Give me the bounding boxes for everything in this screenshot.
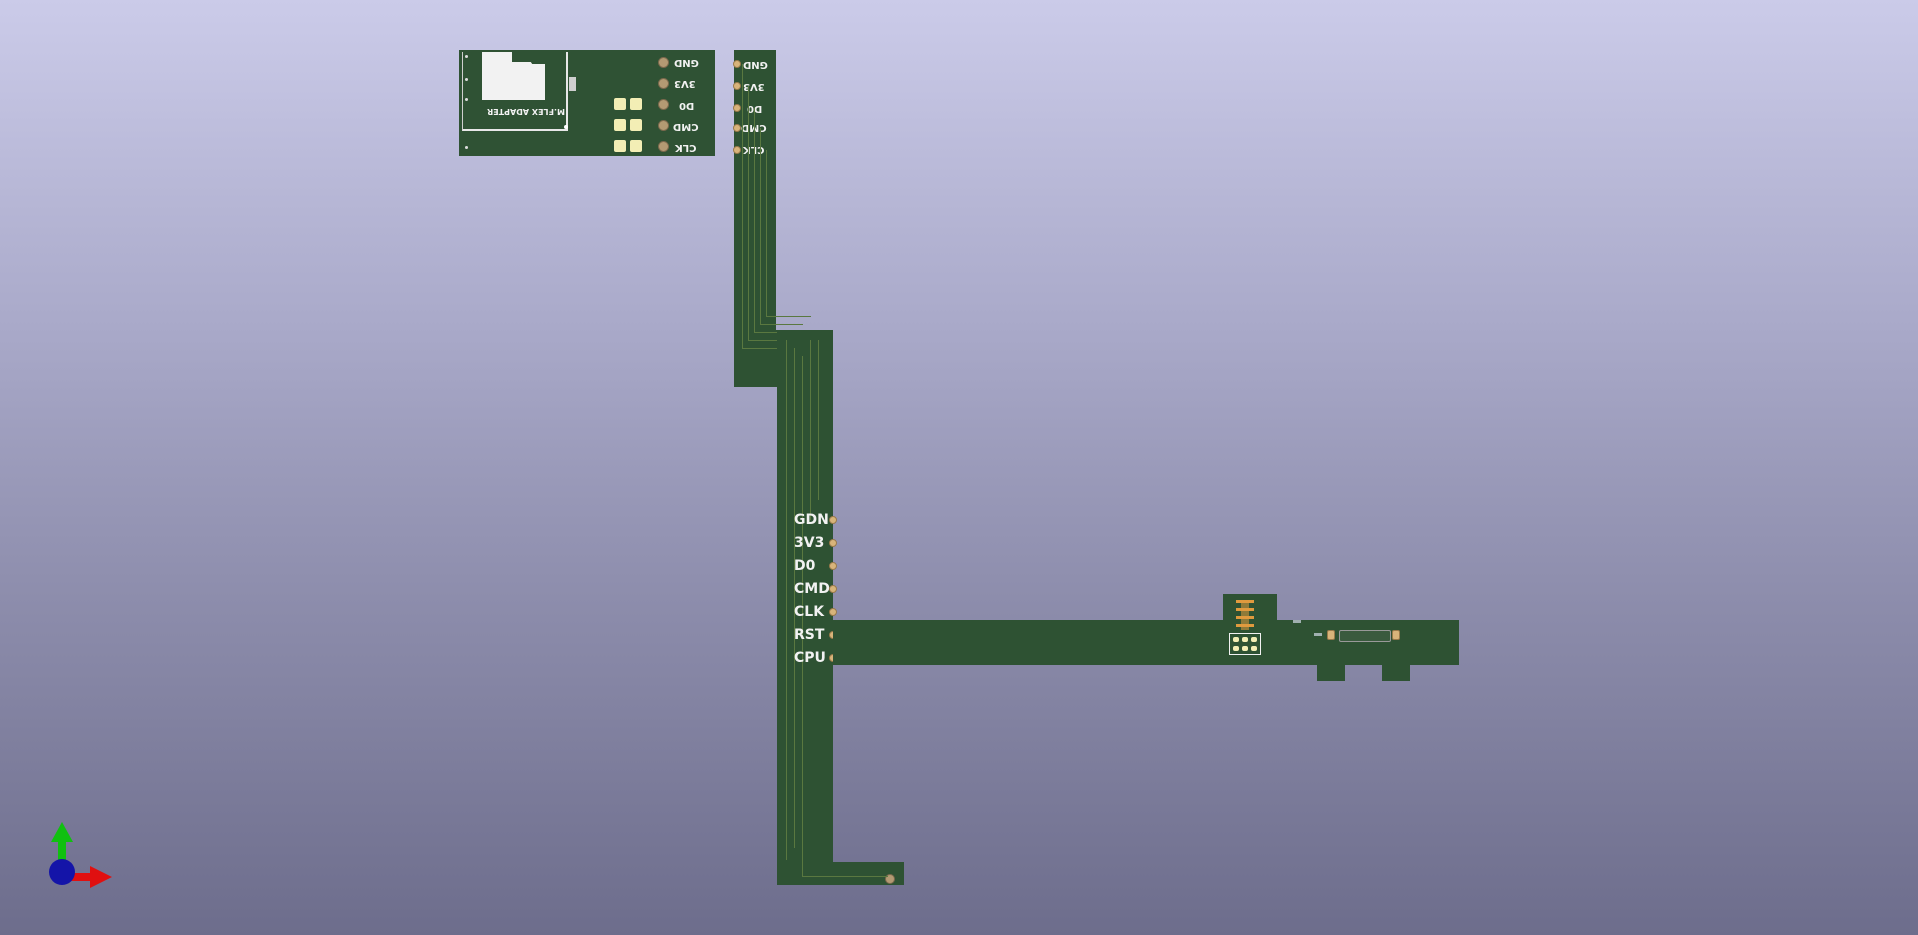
chip-pad bbox=[1251, 637, 1257, 642]
silk-dot bbox=[564, 125, 568, 129]
adapter-pin-label: CLK bbox=[675, 142, 697, 153]
pad-3v3 bbox=[658, 78, 669, 89]
conn-pad bbox=[1241, 600, 1249, 630]
chip-pad bbox=[1233, 637, 1239, 642]
silk-dot bbox=[465, 146, 468, 149]
trace bbox=[802, 876, 888, 877]
chip-pad bbox=[1233, 646, 1239, 651]
smd-pad bbox=[614, 119, 626, 131]
smd-pad bbox=[630, 98, 642, 110]
pad-clk bbox=[658, 141, 669, 152]
small-mark bbox=[1293, 620, 1301, 623]
adapter-pin-label: CMD bbox=[673, 121, 699, 132]
main-pin-label: CLK bbox=[794, 604, 825, 620]
silk-dot bbox=[465, 98, 468, 101]
connector-footprint bbox=[1236, 600, 1254, 632]
pad-cmd bbox=[658, 120, 669, 131]
adapter-pin-label: GND bbox=[674, 57, 699, 68]
main-pin-label: RST bbox=[794, 627, 825, 643]
silk-dot bbox=[465, 55, 468, 58]
smd-pad bbox=[630, 140, 642, 152]
main-pin-label: D0 bbox=[794, 558, 816, 574]
trace bbox=[818, 340, 819, 500]
slot-footprint bbox=[1339, 630, 1391, 642]
main-pin-label: CMD bbox=[794, 581, 830, 597]
z-axis-ball bbox=[49, 859, 75, 885]
adapter-title: M.FLEX ADAPTER bbox=[487, 107, 565, 116]
chip-pad bbox=[1242, 646, 1248, 651]
silk-dot bbox=[465, 78, 468, 81]
main-pad bbox=[829, 608, 837, 616]
pad-gnd bbox=[658, 57, 669, 68]
card-outline-icon bbox=[482, 62, 545, 100]
slot-pad-left bbox=[1327, 630, 1335, 640]
strip-pad bbox=[733, 82, 741, 90]
xyz-axis-icon bbox=[49, 822, 112, 888]
strip-pad bbox=[733, 124, 741, 132]
chip-pad bbox=[1242, 637, 1248, 642]
x-axis-arrow bbox=[90, 866, 112, 888]
smd-pad bbox=[614, 98, 626, 110]
strip-pad bbox=[733, 146, 741, 154]
chip-pad bbox=[1251, 646, 1257, 651]
main-pin-label: 3V3 bbox=[794, 535, 825, 551]
trace bbox=[794, 348, 795, 848]
horizontal-arm bbox=[833, 620, 1459, 665]
card-notch bbox=[482, 52, 512, 64]
strip-pad bbox=[733, 104, 741, 112]
adapter-pin-label: D0 bbox=[679, 100, 695, 111]
smd-pad bbox=[630, 119, 642, 131]
main-pad bbox=[829, 539, 837, 547]
tab-bottom-right bbox=[1382, 660, 1410, 681]
slot-pad-right bbox=[1392, 630, 1400, 640]
adapter-pin-label: 3V3 bbox=[674, 78, 696, 89]
trace bbox=[786, 340, 787, 860]
small-mark bbox=[1314, 633, 1322, 636]
main-pad bbox=[829, 516, 837, 524]
y-axis-arrow bbox=[51, 822, 73, 842]
main-pin-label: CPU bbox=[794, 650, 826, 666]
trace bbox=[766, 150, 811, 317]
main-pad bbox=[829, 562, 837, 570]
strip-pad bbox=[733, 60, 741, 68]
smd-small bbox=[569, 77, 576, 91]
trace bbox=[810, 340, 811, 520]
smd-pad bbox=[614, 140, 626, 152]
pad-d0 bbox=[658, 99, 669, 110]
main-pin-label: GDN bbox=[794, 512, 829, 528]
tab-bottom-left bbox=[1317, 660, 1345, 681]
main-pad bbox=[829, 585, 837, 593]
chip-footprint bbox=[1229, 633, 1261, 655]
adapter-board: M.FLEX ADAPTER GND 3V3 D0 CMD CLK bbox=[459, 50, 715, 156]
